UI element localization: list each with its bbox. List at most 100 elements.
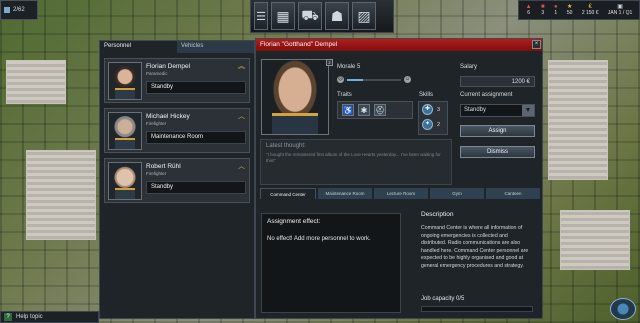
personnel-icon: ☗ [330, 7, 344, 24]
sad-face-icon: ☹ [337, 76, 344, 83]
world-building [26, 150, 96, 240]
world-building [560, 210, 630, 270]
person-name: Michael Hickey [146, 113, 190, 120]
assignment-dropdown[interactable]: Standby ▼ [460, 104, 535, 117]
world-building [548, 60, 608, 180]
tab-canteen[interactable]: Canteen [486, 188, 540, 199]
person-role: Paramedic [146, 71, 168, 76]
menu-icon: ☰ [256, 10, 266, 23]
rank-chevron-icon: ︿ [238, 163, 245, 170]
person-portrait [108, 112, 142, 150]
stat-money: €2 150 € [582, 4, 599, 16]
skills-label: Skills [419, 92, 434, 98]
tab-maintenance-room[interactable]: Maintenance Room [318, 188, 372, 199]
stat-alarms: ▲ 6 [526, 4, 532, 16]
room-tabs: Command Center Maintenance Room Lecture … [260, 188, 540, 199]
assign-button[interactable]: Assign [460, 125, 535, 137]
rooms-icon: ▦ [276, 7, 290, 24]
person-role: Firefighter [146, 121, 167, 126]
thought-title: Latest thought: [266, 143, 306, 149]
personnel-counter-icon [4, 7, 10, 13]
morale-track [347, 78, 401, 81]
person-role: Firefighter [146, 171, 167, 176]
morale-bar: ☹ ☺ [337, 76, 411, 83]
tab-personnel[interactable]: Personnel [100, 41, 177, 53]
thought-text: "I bought the remastered first album of … [266, 152, 441, 163]
tab-gym[interactable]: Gym [430, 188, 484, 199]
world-building [6, 60, 66, 104]
latest-thought: Latest thought: "I bought the remastered… [260, 139, 452, 185]
person-assignment: Standby [146, 81, 246, 94]
help-icon: ? [4, 313, 12, 321]
main-toolbar: ☰ ▦ ⛟ ☗ ▨ [250, 0, 394, 33]
help-label: Help topic [16, 314, 43, 320]
skill-value: 2 [437, 121, 441, 128]
person-card[interactable]: Robert Rühl Firefighter Standby ︿ [104, 158, 250, 203]
close-button[interactable]: × [532, 40, 541, 49]
stat-value: 3 [541, 10, 545, 16]
stat-vehicles: ■ 3 [541, 4, 545, 16]
salary-label: Salary [460, 64, 478, 70]
map-button[interactable]: ▨ [352, 2, 376, 30]
rescue-skill-icon: ✦ [422, 119, 433, 130]
person-info: Michael Hickey Firefighter Maintenance R… [146, 112, 246, 149]
tab-vehicles[interactable]: Vehicles [177, 41, 254, 53]
personnel-tabs: Personnel Vehicles [100, 41, 254, 53]
dismiss-button[interactable]: Dismiss [460, 146, 535, 158]
job-capacity-bar [421, 306, 533, 312]
rooms-button[interactable]: ▦ [271, 2, 295, 30]
medical-skill-icon: ✚ [422, 104, 433, 115]
effect-title: Assignment effect: [267, 218, 321, 225]
menu-button[interactable]: ☰ [254, 2, 268, 30]
stat-value: 2 150 € [581, 10, 599, 16]
personnel-detail-panel: Florian "Gotthand" Dempel × 2 Morale 5 ☹… [255, 38, 543, 319]
camera-toggle-button[interactable] [610, 298, 636, 320]
tab-command-center[interactable]: Command Center [260, 188, 316, 199]
salary-field: 1200 € [460, 76, 535, 87]
morale-label: Morale 5 [337, 64, 361, 70]
skill-value: 3 [437, 106, 441, 113]
person-portrait [108, 162, 142, 200]
stat-persons: ● 1 [554, 4, 558, 16]
portrait-badge: 2 [326, 59, 333, 66]
description-title: Description [421, 211, 454, 218]
chevron-down-icon[interactable]: ▼ [522, 105, 534, 116]
close-icon: × [534, 41, 539, 47]
personnel-counter-value: 2/62 [13, 7, 25, 13]
tab-lecture-room[interactable]: Lecture Room [374, 188, 428, 199]
person-info: Robert Rühl Firefighter Standby [146, 162, 246, 199]
vehicles-button[interactable]: ⛟ [298, 2, 322, 30]
happy-face-icon: ☺ [404, 76, 411, 83]
person-card[interactable]: Michael Hickey Firefighter Maintenance R… [104, 108, 250, 153]
traits-label: Traits [337, 92, 352, 98]
stat-date: ▣ JAN 1 / Q1 [608, 4, 632, 16]
stat-value: JAN 1 / Q1 [607, 10, 633, 16]
rank-chevron-icon: ︿ [238, 113, 245, 120]
stretcher-trait-icon[interactable]: ♿ [342, 104, 354, 116]
morale-fill [347, 78, 364, 81]
detail-portrait [261, 59, 329, 135]
stat-value: 6 [527, 10, 531, 16]
help-topic[interactable]: ? Help topic [0, 311, 99, 323]
skill-row[interactable]: ✦ 2 [419, 117, 447, 132]
tools-trait-icon[interactable]: ✱ [358, 104, 370, 116]
assignment-effect-box: Assignment effect: No effect! Add more p… [261, 213, 401, 313]
personnel-button[interactable]: ☗ [325, 2, 349, 30]
current-assignment-label: Current assignment [460, 92, 513, 98]
resource-bar: ▲ 6 ■ 3 ● 1 ★ 50 €2 150 € ▣ JAN 1 / Q1 [518, 0, 640, 20]
helmet-trait-icon[interactable]: ⛑ [374, 104, 386, 116]
personnel-panel: Personnel Vehicles Florian Dempel Parame… [99, 40, 255, 319]
effect-text: No effect! Add more personnel to work. [267, 236, 371, 242]
map-icon: ▨ [357, 7, 371, 24]
skills-box: ✚ 3 ✦ 2 [418, 101, 448, 135]
job-capacity: Job capacity 0/5 [421, 296, 465, 302]
vehicles-icon: ⛟ [301, 6, 319, 23]
assignment-selected: Standby [464, 107, 487, 113]
stat-stars: ★ 50 [567, 4, 573, 16]
rank-chevron-icon: ︽ [238, 63, 245, 70]
skill-row[interactable]: ✚ 3 [419, 102, 447, 117]
person-card[interactable]: Florian Dempel Paramedic Standby ︽ [104, 58, 250, 103]
person-info: Florian Dempel Paramedic Standby [146, 62, 246, 99]
stat-value: 1 [554, 10, 558, 16]
person-name: Florian Dempel [146, 63, 191, 70]
